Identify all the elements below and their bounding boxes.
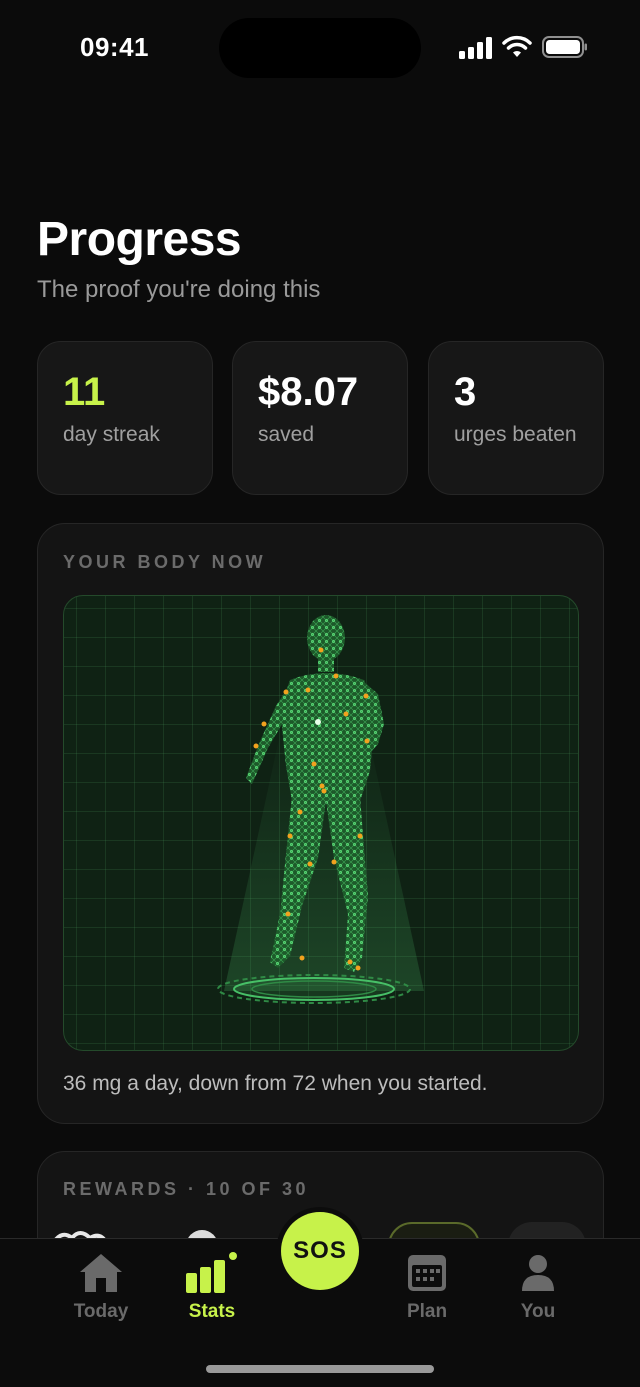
- page-title: Progress: [37, 213, 242, 266]
- home-indicator[interactable]: [206, 1365, 434, 1373]
- stat-label-saved: saved: [258, 423, 315, 446]
- cellular-signal-icon: [459, 37, 492, 59]
- bar-chart-icon: [186, 1252, 237, 1293]
- status-time: 09:41: [80, 32, 149, 62]
- home-icon: [80, 1254, 122, 1292]
- calendar-icon: [408, 1255, 446, 1291]
- tab-plan-label: Plan: [406, 1301, 448, 1322]
- tab-you-label: You: [520, 1301, 556, 1322]
- body-now-section-label: YOUR BODY NOW: [63, 552, 267, 572]
- battery-icon: [542, 36, 587, 58]
- stat-card-urges: 3 urges beaten: [428, 341, 604, 495]
- tab-stats[interactable]: Stats: [162, 1251, 262, 1323]
- stat-value-saved: $8.07: [258, 370, 359, 414]
- page-subtitle: The proof you're doing this: [37, 276, 321, 303]
- status-bar: 09:41: [0, 0, 640, 100]
- tab-you[interactable]: You: [488, 1251, 588, 1323]
- stat-card-streak: 11 day streak: [37, 341, 213, 495]
- body-hologram-figure: [217, 615, 424, 1004]
- body-now-caption: 36 mg a day, down from 72 when you start…: [63, 1072, 488, 1095]
- stat-value-streak: 11: [63, 370, 106, 414]
- tab-today-label: Today: [73, 1301, 129, 1322]
- sos-button[interactable]: SOS: [281, 1212, 359, 1290]
- tab-stats-label: Stats: [188, 1301, 236, 1322]
- tab-today[interactable]: Today: [51, 1251, 151, 1323]
- tab-plan[interactable]: Plan: [377, 1251, 477, 1323]
- rewards-section-label: REWARDS · 10 OF 30: [63, 1179, 310, 1199]
- dynamic-island: [219, 18, 421, 78]
- person-icon: [522, 1255, 554, 1291]
- body-now-card: YOUR BODY NOW 36 mg a day, down from 72 …: [37, 523, 604, 1124]
- stat-label-urges: urges beaten: [454, 423, 577, 446]
- stat-value-urges: 3: [454, 370, 477, 414]
- stat-label-streak: day streak: [63, 423, 160, 446]
- stat-card-saved: $8.07 saved: [232, 341, 408, 495]
- wifi-icon: [502, 35, 532, 57]
- body-hologram-viewer[interactable]: [63, 595, 579, 1051]
